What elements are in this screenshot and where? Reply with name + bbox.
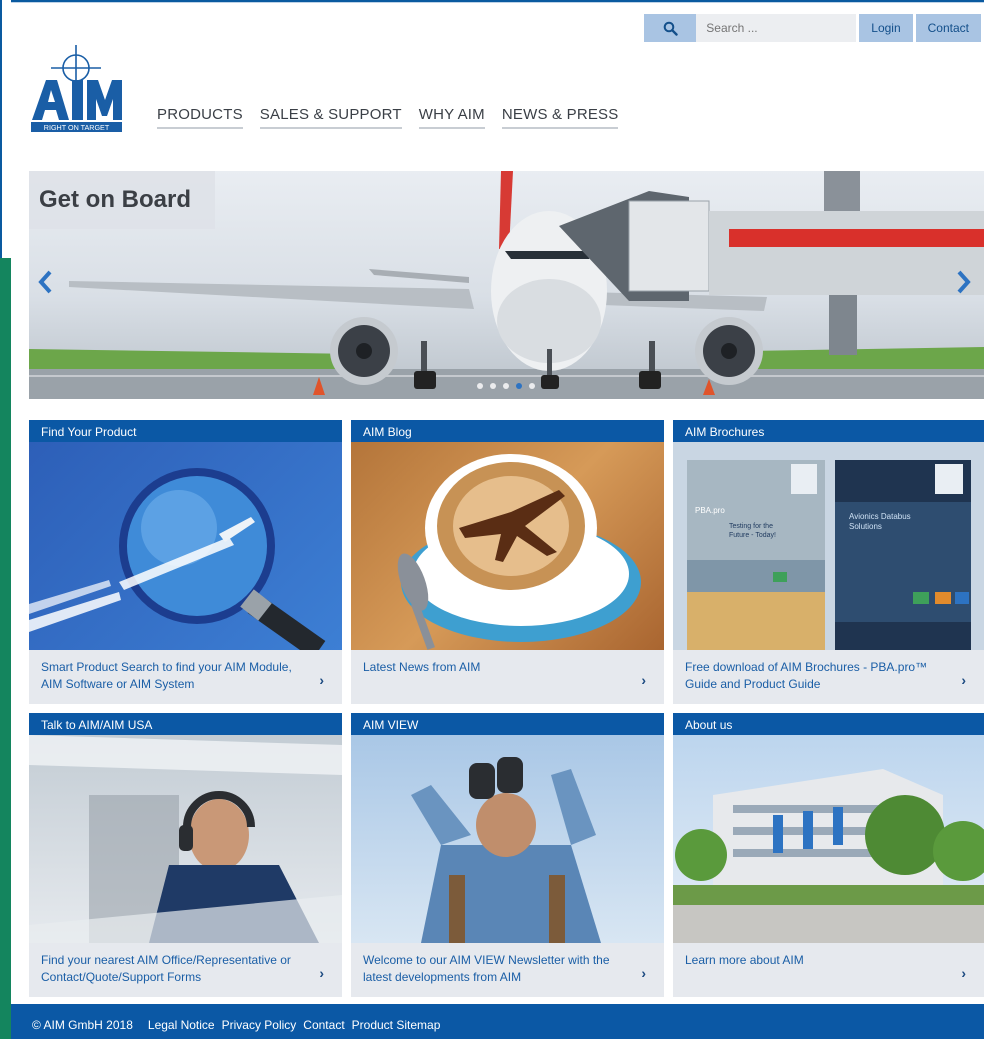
brochure-right-headline: Avionics Databus Solutions [849,512,911,531]
chevron-right-icon: › [641,672,646,688]
login-link[interactable]: Login [859,14,913,42]
tile-description: Welcome to our AIM VIEW Newsletter with … [363,953,610,984]
site-footer: © AIM GmbH 2018 Legal Notice Privacy Pol… [11,1004,984,1039]
hero-pagination [477,383,535,389]
copyright: © AIM GmbH 2018 [32,1018,133,1032]
tile-header: AIM Brochures [673,420,984,442]
tile-footer[interactable]: Smart Product Search to find your AIM Mo… [29,650,342,704]
chevron-right-icon: › [641,965,646,981]
tile-footer[interactable]: Latest News from AIM › [351,650,664,704]
tile-description: Free download of AIM Brochures - PBA.pro… [685,660,928,691]
brochure-left-brand: PBA.pro [695,506,725,515]
hero-dot[interactable] [490,383,496,389]
hero-slider: Get on Board [29,171,984,399]
tile-description: Smart Product Search to find your AIM Mo… [41,660,292,691]
footer-link-product-sitemap[interactable]: Product Sitemap [352,1018,441,1039]
magnifier-image [29,442,342,650]
hero-next-button[interactable] [956,269,972,303]
tile-header: Find Your Product [29,420,342,442]
hero-dot[interactable] [503,383,509,389]
footer-link-legal-notice[interactable]: Legal Notice [148,1018,215,1039]
nav-item-news-press[interactable]: NEWS & PRESS [501,106,619,129]
brochure-left-headline: Testing for the Future - Today! [729,523,776,539]
chevron-left-icon [38,270,52,294]
search-input[interactable] [696,14,857,42]
aim-logo-graphic: RIGHT ON TARGET [31,45,122,132]
tile-aim-brochures[interactable]: AIM Brochures PBA.pro Testing for the Fu… [673,420,984,704]
hero-title: Get on Board [29,171,215,229]
tile-aim-blog[interactable]: AIM Blog Latest News from AIM › [351,420,664,704]
logo-tagline: RIGHT ON TARGET [44,123,110,132]
footer-links: Legal Notice Privacy Policy Contact Prod… [148,1018,440,1039]
tile-footer[interactable]: Free download of AIM Brochures - PBA.pro… [673,650,984,704]
search-icon [663,21,678,36]
tile-about-us[interactable]: About us Learn more about AIM › [673,713,984,997]
footer-link-privacy-policy[interactable]: Privacy Policy [222,1018,297,1039]
utility-bar: Login Contact [644,14,981,42]
hero-dot[interactable] [477,383,483,389]
aim-logo[interactable]: RIGHT ON TARGET [29,42,124,134]
tile-footer[interactable]: Find your nearest AIM Office/Representat… [29,943,342,997]
chevron-right-icon: › [319,965,324,981]
tile-aim-view[interactable]: AIM VIEW Welcome to our AIM VIEW Newslet… [351,713,664,997]
hero-dot[interactable] [529,383,535,389]
nav-item-sales-support[interactable]: SALES & SUPPORT [259,106,402,129]
contact-link[interactable]: Contact [915,14,981,42]
hero-prev-button[interactable] [37,269,53,303]
binoculars-image [351,735,664,943]
nav-item-products[interactable]: PRODUCTS [157,106,243,129]
search-button[interactable] [644,14,697,42]
tile-description: Learn more about AIM [685,953,804,967]
chevron-right-icon: › [961,672,966,688]
left-accent-strip [0,0,11,1039]
main-navigation: PRODUCTS SALES & SUPPORT WHY AIM NEWS & … [157,106,619,129]
hero-dot[interactable] [516,383,522,389]
tile-header: AIM VIEW [351,713,664,735]
coffee-cup-image [351,442,664,650]
tile-description: Latest News from AIM [363,660,481,674]
nav-item-why-aim[interactable]: WHY AIM [418,106,485,129]
chevron-right-icon: › [961,965,966,981]
pilot-headset-image [29,735,342,943]
tile-talk-to-aim[interactable]: Talk to AIM/AIM USA Find your nearest AI… [29,713,342,997]
office-building-image [673,735,984,943]
footer-link-contact[interactable]: Contact [303,1018,344,1039]
tile-footer[interactable]: Welcome to our AIM VIEW Newsletter with … [351,943,664,997]
tile-header: About us [673,713,984,735]
tile-header: Talk to AIM/AIM USA [29,713,342,735]
chevron-right-icon: › [319,672,324,688]
tile-find-your-product[interactable]: Find Your Product Smart Product Search t… [29,420,342,704]
page-frame-top-shadow [0,2,984,3]
brochures-image: PBA.pro Testing for the Future - Today! … [673,442,984,650]
tile-description: Find your nearest AIM Office/Representat… [41,953,291,984]
tile-header: AIM Blog [351,420,664,442]
tile-footer[interactable]: Learn more about AIM › [673,943,984,997]
chevron-right-icon [957,270,971,294]
